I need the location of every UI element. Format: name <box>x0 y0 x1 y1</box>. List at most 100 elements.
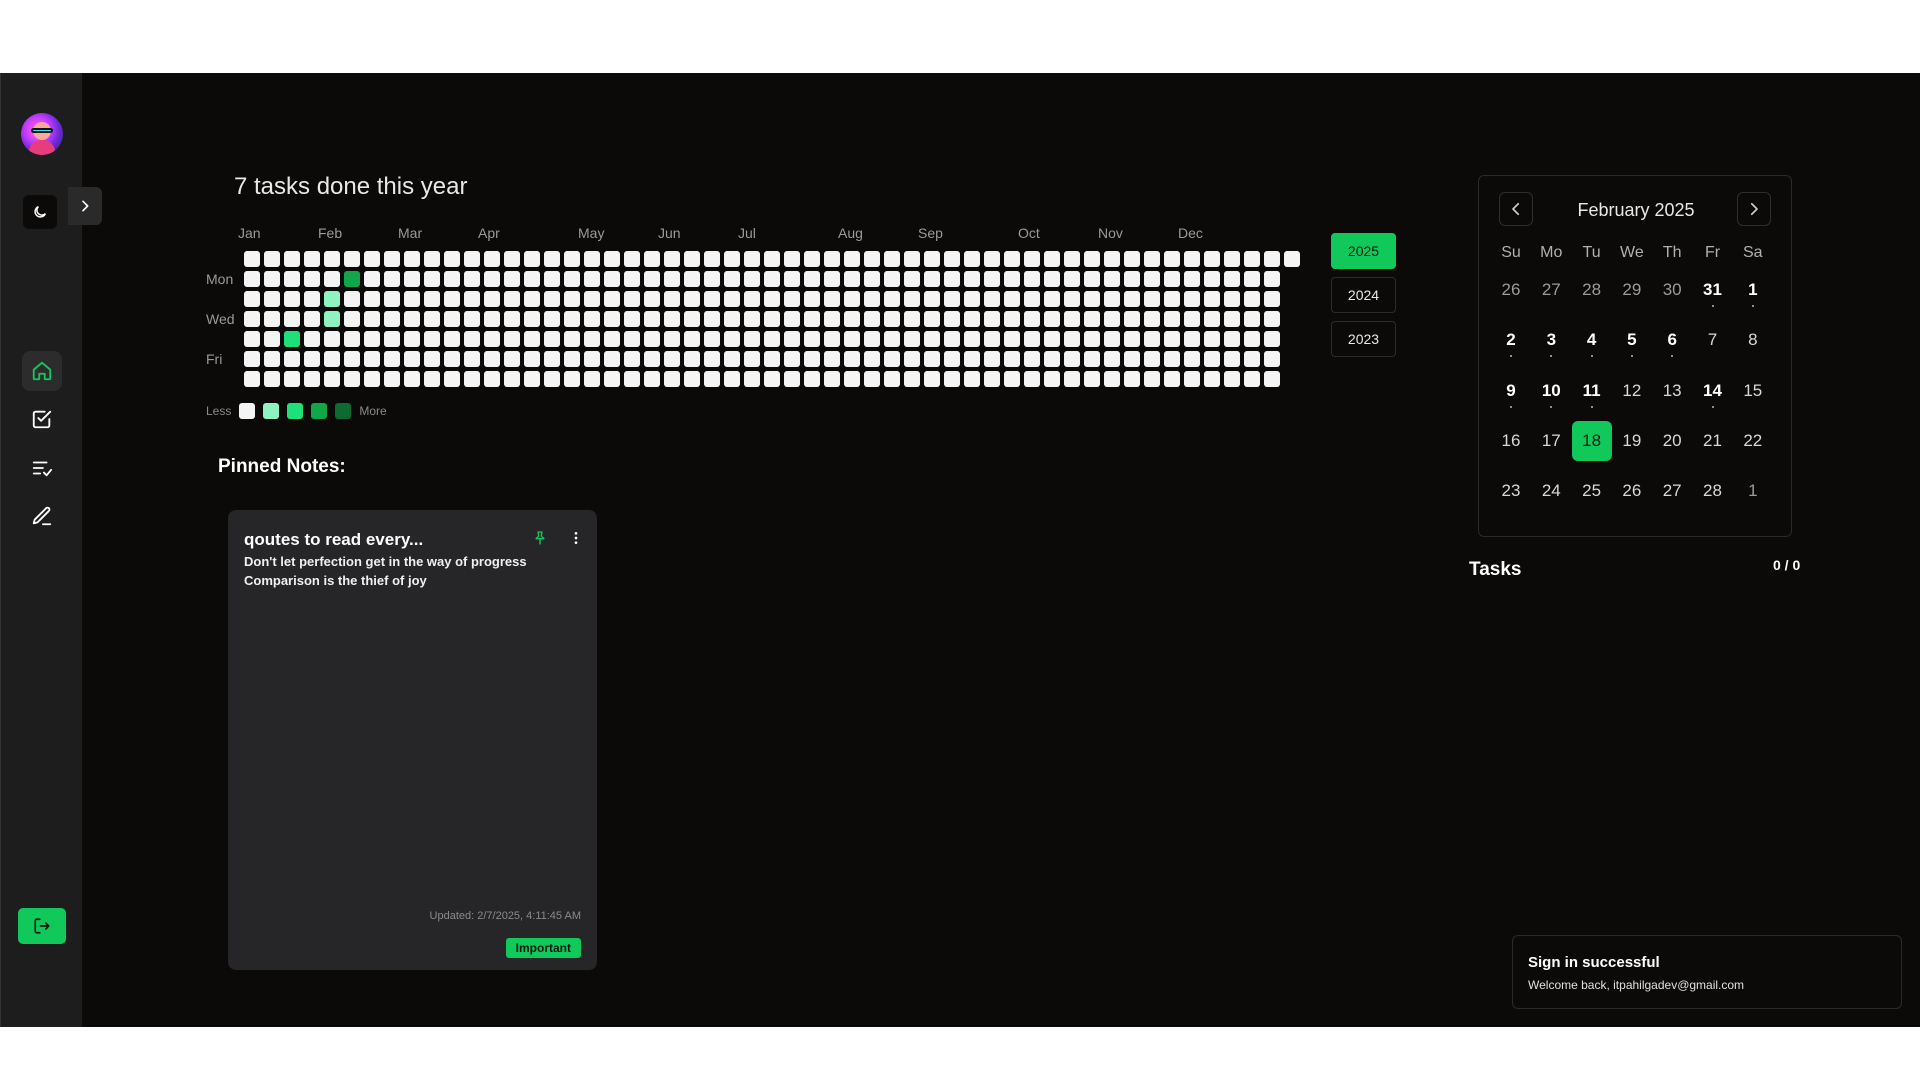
heatmap-cell[interactable] <box>1204 311 1220 327</box>
heatmap-cell[interactable] <box>744 311 760 327</box>
heatmap-cell[interactable] <box>244 311 260 327</box>
heatmap-cell[interactable] <box>1044 291 1060 307</box>
heatmap-cell[interactable] <box>604 251 620 267</box>
heatmap-cell[interactable] <box>964 351 980 367</box>
heatmap-cell[interactable] <box>264 331 280 347</box>
heatmap-cell[interactable] <box>924 331 940 347</box>
heatmap-cell[interactable] <box>464 291 480 307</box>
heatmap-cell[interactable] <box>1084 351 1100 367</box>
heatmap-cell[interactable] <box>1064 311 1080 327</box>
heatmap-cell[interactable] <box>764 271 780 287</box>
heatmap-cell[interactable] <box>1284 251 1300 267</box>
heatmap-cell[interactable] <box>424 351 440 367</box>
heatmap-cell[interactable] <box>524 271 540 287</box>
heatmap-cell[interactable] <box>1264 351 1280 367</box>
heatmap-cell[interactable] <box>1064 371 1080 387</box>
heatmap-cell[interactable] <box>1104 291 1120 307</box>
heatmap-cell[interactable] <box>784 271 800 287</box>
heatmap-cell[interactable] <box>524 291 540 307</box>
heatmap-cell[interactable] <box>544 251 560 267</box>
heatmap-cell[interactable] <box>324 331 340 347</box>
heatmap-cell[interactable] <box>1104 271 1120 287</box>
heatmap-cell[interactable] <box>704 311 720 327</box>
heatmap-cell[interactable] <box>564 311 580 327</box>
heatmap-cell[interactable] <box>584 291 600 307</box>
heatmap-cell[interactable] <box>624 251 640 267</box>
heatmap-cell[interactable] <box>964 371 980 387</box>
heatmap-cell[interactable] <box>1184 311 1200 327</box>
heatmap-cell[interactable] <box>664 271 680 287</box>
heatmap-cell[interactable] <box>1004 311 1020 327</box>
heatmap-cell[interactable] <box>404 371 420 387</box>
heatmap-cell[interactable] <box>1144 271 1160 287</box>
heatmap-cell[interactable] <box>584 371 600 387</box>
heatmap-cell[interactable] <box>1104 371 1120 387</box>
heatmap-cell[interactable] <box>944 291 960 307</box>
heatmap-cell[interactable] <box>844 311 860 327</box>
heatmap-cell[interactable] <box>904 271 920 287</box>
heatmap-cell[interactable] <box>424 331 440 347</box>
heatmap-cell[interactable] <box>764 351 780 367</box>
calendar-day[interactable]: 1 <box>1733 270 1773 310</box>
heatmap-cell[interactable] <box>604 331 620 347</box>
heatmap-cell[interactable] <box>784 331 800 347</box>
note-menu-button[interactable] <box>568 530 584 551</box>
heatmap-cell[interactable] <box>284 331 300 347</box>
heatmap-cell[interactable] <box>1244 351 1260 367</box>
heatmap-cell[interactable] <box>804 271 820 287</box>
heatmap-cell[interactable] <box>1044 351 1060 367</box>
heatmap-cell[interactable] <box>904 251 920 267</box>
heatmap-cell[interactable] <box>1064 331 1080 347</box>
year-button-2024[interactable]: 2024 <box>1331 277 1396 313</box>
heatmap-cell[interactable] <box>1044 331 1060 347</box>
heatmap-cell[interactable] <box>664 331 680 347</box>
heatmap-cell[interactable] <box>1164 251 1180 267</box>
heatmap-cell[interactable] <box>324 251 340 267</box>
calendar-day[interactable]: 31 <box>1693 270 1733 310</box>
heatmap-cell[interactable] <box>604 311 620 327</box>
heatmap-cell[interactable] <box>844 371 860 387</box>
calendar-day[interactable]: 13 <box>1652 371 1692 411</box>
heatmap-cell[interactable] <box>944 351 960 367</box>
heatmap-cell[interactable] <box>624 311 640 327</box>
heatmap-cell[interactable] <box>1244 371 1260 387</box>
heatmap-cell[interactable] <box>864 311 880 327</box>
heatmap-cell[interactable] <box>384 251 400 267</box>
heatmap-cell[interactable] <box>624 371 640 387</box>
heatmap-cell[interactable] <box>304 331 320 347</box>
heatmap-cell[interactable] <box>664 311 680 327</box>
heatmap-cell[interactable] <box>404 251 420 267</box>
heatmap-cell[interactable] <box>364 271 380 287</box>
heatmap-cell[interactable] <box>904 311 920 327</box>
heatmap-cell[interactable] <box>264 291 280 307</box>
heatmap-cell[interactable] <box>744 271 760 287</box>
heatmap-cell[interactable] <box>824 351 840 367</box>
heatmap-cell[interactable] <box>1064 351 1080 367</box>
sidebar-item-notes[interactable] <box>22 496 62 536</box>
heatmap-cell[interactable] <box>444 271 460 287</box>
heatmap-cell[interactable] <box>264 271 280 287</box>
heatmap-cell[interactable] <box>804 251 820 267</box>
heatmap-cell[interactable] <box>964 271 980 287</box>
heatmap-cell[interactable] <box>1124 271 1140 287</box>
heatmap-cell[interactable] <box>484 351 500 367</box>
heatmap-cell[interactable] <box>764 331 780 347</box>
heatmap-cell[interactable] <box>864 251 880 267</box>
heatmap-cell[interactable] <box>284 351 300 367</box>
heatmap-cell[interactable] <box>744 251 760 267</box>
heatmap-cell[interactable] <box>984 251 1000 267</box>
heatmap-cell[interactable] <box>564 251 580 267</box>
heatmap-cell[interactable] <box>1124 351 1140 367</box>
heatmap-cell[interactable] <box>824 291 840 307</box>
heatmap-cell[interactable] <box>1124 331 1140 347</box>
heatmap-cell[interactable] <box>1224 351 1240 367</box>
heatmap-cell[interactable] <box>544 371 560 387</box>
heatmap-cell[interactable] <box>524 371 540 387</box>
heatmap-cell[interactable] <box>524 311 540 327</box>
heatmap-cell[interactable] <box>804 291 820 307</box>
heatmap-cell[interactable] <box>264 251 280 267</box>
heatmap-cell[interactable] <box>1144 331 1160 347</box>
heatmap-cell[interactable] <box>644 371 660 387</box>
heatmap-cell[interactable] <box>424 291 440 307</box>
note-pin-button[interactable] <box>532 530 548 551</box>
